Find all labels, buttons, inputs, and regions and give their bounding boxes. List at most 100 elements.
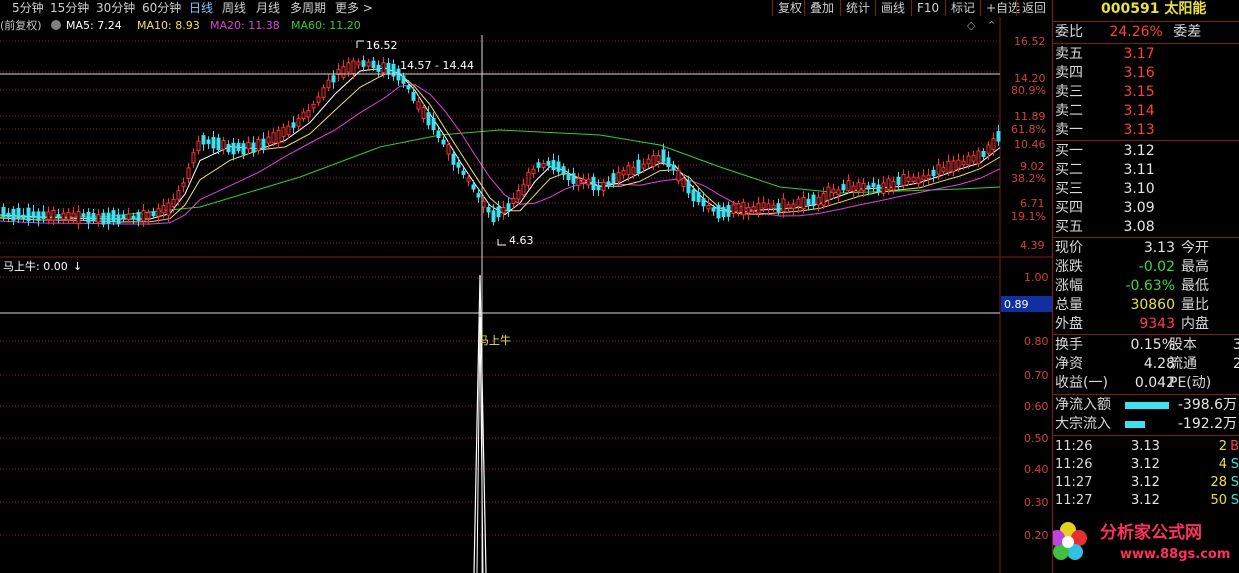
candle-body	[161, 205, 166, 214]
candle-body	[121, 214, 126, 220]
candle-body	[576, 178, 581, 187]
candle-body	[541, 162, 546, 168]
diamond-icon[interactable]: ◇	[967, 19, 976, 32]
flow-label: 净流入额	[1055, 397, 1111, 413]
chevron-up-icon[interactable]: ⌃	[987, 19, 996, 32]
candle-body	[426, 112, 431, 126]
flow-row: 净流入额 -398.6万	[1055, 396, 1239, 415]
kline-chart[interactable]: (前复权) MA5: 7.24 MA10: 8.93 MA20: 11.38 M…	[0, 17, 1052, 573]
bid-row: 买三 3.10	[1055, 180, 1155, 199]
candle-body	[641, 163, 646, 169]
candle-body	[766, 203, 771, 210]
candle-body	[251, 142, 256, 153]
bid-row: 买四 3.09	[1055, 199, 1155, 218]
stat2-value-2: 3	[1233, 336, 1239, 355]
tab-15min[interactable]: 15分钟	[50, 0, 89, 17]
weicha-label: 委差	[1173, 24, 1202, 40]
candle-body	[831, 188, 836, 194]
candle-body	[331, 75, 336, 83]
tick-flag: B	[1230, 439, 1239, 454]
candle-body	[421, 107, 426, 120]
candle-body	[286, 125, 291, 135]
stat2-label-2: PE(动)	[1169, 375, 1212, 391]
candle-body	[501, 207, 506, 214]
candle-body	[736, 202, 741, 214]
draw-button[interactable]: 画线	[875, 0, 910, 16]
candle-body	[56, 214, 61, 219]
candle-body	[106, 212, 111, 224]
stat-label-2: 最高	[1181, 259, 1209, 275]
price-tick: 80.9%	[1011, 84, 1046, 97]
candle-body	[366, 61, 371, 67]
candle-body	[166, 202, 171, 216]
tab-daily[interactable]: 日线	[189, 0, 213, 17]
candle-body	[551, 160, 556, 171]
f10-button[interactable]: F10	[911, 0, 944, 16]
candle-body	[151, 211, 156, 217]
candle-body	[226, 144, 231, 153]
candle-body	[156, 208, 161, 217]
candle-body	[816, 196, 821, 206]
candle-body	[711, 207, 716, 212]
stat-label: 涨跌	[1055, 259, 1083, 275]
stat2-label-2: 股本	[1169, 337, 1197, 353]
candle-body	[656, 155, 661, 162]
price-tick: 10.46	[1014, 138, 1046, 151]
tab-30min[interactable]: 30分钟	[96, 0, 135, 17]
candle-body	[526, 171, 531, 186]
candle-body	[261, 138, 266, 150]
candle-body	[36, 211, 41, 221]
candle-body	[171, 198, 176, 208]
candle-body	[281, 127, 286, 137]
candle-body	[256, 139, 261, 151]
candle-body	[276, 129, 281, 144]
candle-body	[441, 139, 446, 145]
candle-body	[706, 205, 711, 210]
legend-ma5: MA5: 7.24	[66, 19, 122, 32]
candle-body	[626, 165, 631, 176]
candle-body	[246, 141, 251, 150]
stat2-label: 换手	[1055, 337, 1083, 353]
tab-more[interactable]: 更多 >	[335, 0, 373, 17]
candle-body	[46, 211, 51, 221]
stats-button[interactable]: 统计	[840, 0, 875, 16]
price-tick: 6.71	[1020, 197, 1045, 210]
candle-body	[76, 210, 81, 225]
tick-price: 3.13	[1131, 439, 1160, 454]
candle-body	[381, 62, 386, 73]
candle-body	[136, 212, 141, 221]
stat2-value-2: 2	[1233, 355, 1239, 374]
stat2-row: 净资 4.28 流通 2	[1055, 355, 1239, 374]
tab-5min[interactable]: 5分钟	[12, 0, 44, 17]
tick-volume: 2	[1218, 439, 1227, 454]
tab-60min[interactable]: 60分钟	[142, 0, 181, 17]
adjust-button[interactable]: 复权	[772, 0, 807, 16]
stat2-label-2: 流通	[1169, 356, 1197, 372]
stock-code: 000591	[1101, 1, 1160, 17]
tab-multi-period[interactable]: 多周期	[290, 0, 326, 17]
sub-tick: 0.20	[1024, 529, 1049, 542]
candle-body	[536, 162, 541, 168]
candle-body	[676, 169, 681, 182]
candle-body	[271, 132, 276, 144]
candle-body	[21, 214, 26, 220]
sub-tick: 0.60	[1024, 400, 1049, 413]
candle-body	[951, 160, 956, 172]
stat-value: 3.13	[1143, 240, 1175, 256]
sub-tick: 0.80	[1024, 335, 1049, 348]
candle-body	[436, 130, 441, 138]
settings-gear-icon[interactable]	[51, 20, 61, 30]
legend-ma20: MA20: 11.38	[210, 19, 280, 32]
candle-body	[781, 198, 786, 212]
overlay-button[interactable]: 叠加	[804, 0, 839, 16]
back-button[interactable]: 返回	[1016, 0, 1051, 16]
candle-body	[746, 206, 751, 214]
candle-body	[741, 201, 746, 216]
tab-weekly[interactable]: 周线	[222, 0, 246, 17]
stat2-label: 收益(一)	[1055, 375, 1108, 391]
tab-monthly[interactable]: 月线	[256, 0, 280, 17]
candle-body	[91, 213, 96, 221]
mark-button[interactable]: 标记	[945, 0, 980, 16]
candle-body	[186, 167, 191, 179]
candle-body	[866, 185, 871, 190]
